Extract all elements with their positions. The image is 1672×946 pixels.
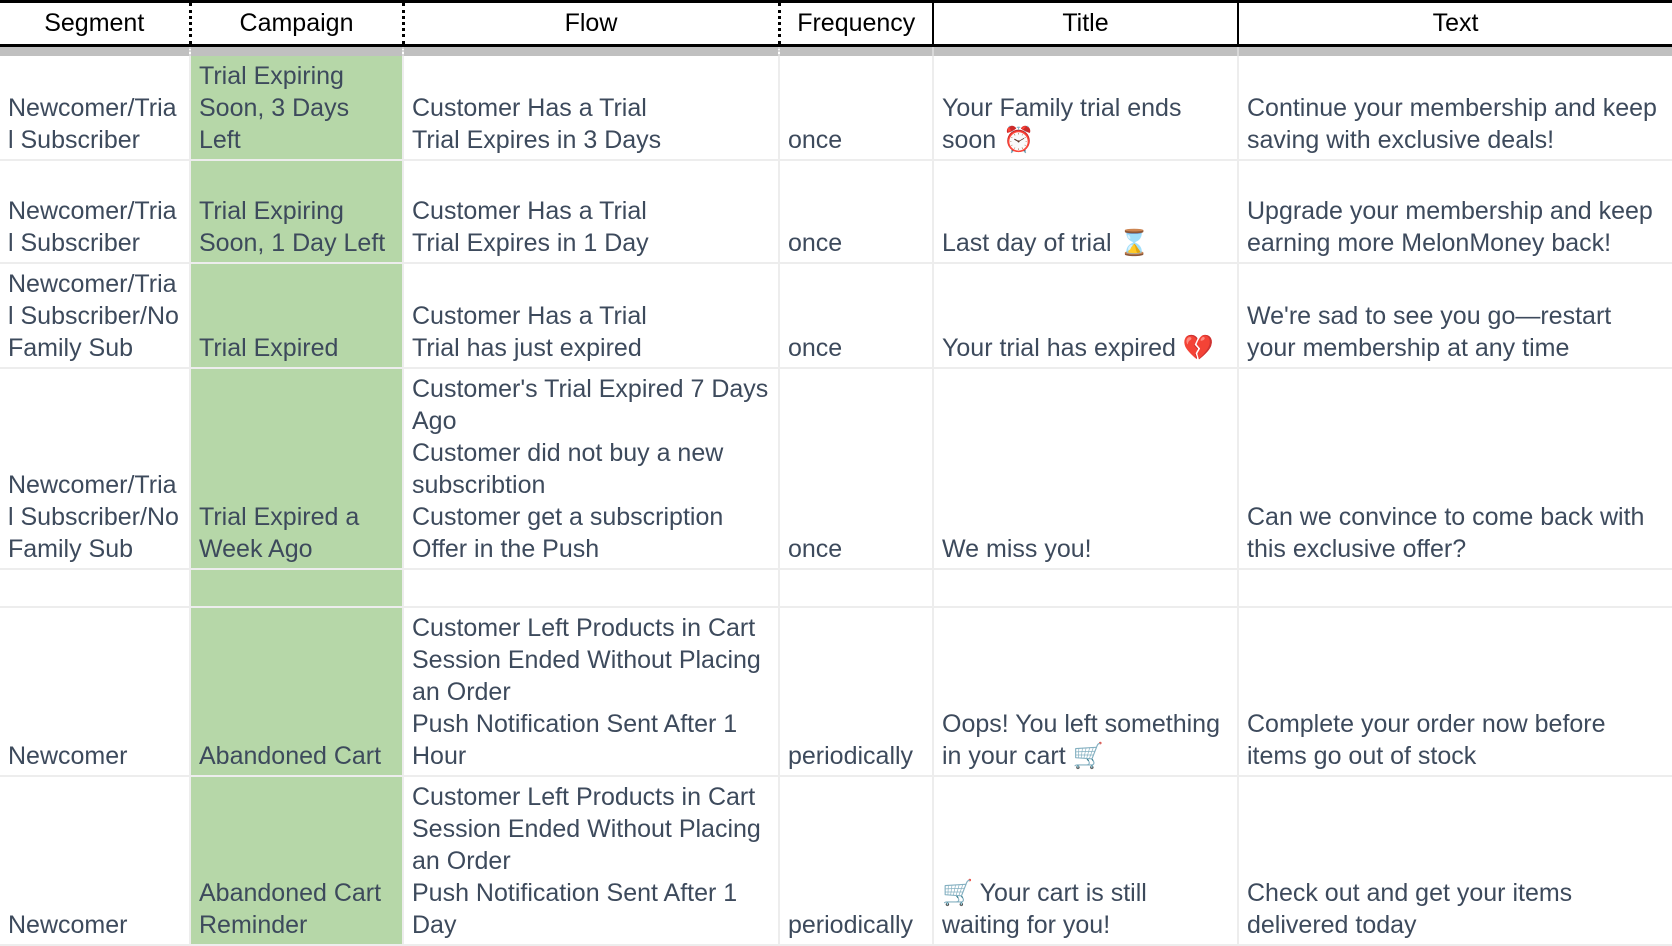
cell-text[interactable]: Complete your order now before items go … [1238, 606, 1672, 777]
cell-segment[interactable]: Newcomer/Trial Subscriber/No Family Sub [0, 367, 191, 570]
cell-segment[interactable]: Newcomer/Trial Subscriber [0, 55, 191, 161]
cell-campaign[interactable]: Trial Expiring Soon, 1 Day Left [190, 159, 404, 264]
cell-campaign[interactable]: Trial Expired a Week Ago [190, 367, 404, 570]
cell-segment[interactable]: Newcomer/Trial Subscriber/No Family Sub [0, 262, 191, 369]
cell-flow[interactable]: Customer's Trial Expired 7 Days Ago Custo… [403, 367, 780, 570]
spacer-cell [0, 45, 191, 56]
cell-flow[interactable]: Customer Has a Trial Trial Expires in 1 D… [403, 159, 780, 264]
cell-flow[interactable]: Customer Has a Trial Trial Expires in 3 D… [403, 55, 780, 161]
table-row: Newcomer/Trial Subscriber/No Family Sub T… [0, 262, 1672, 369]
flow-step: Session Ended Without Placing an Order [412, 645, 761, 706]
cell-campaign[interactable]: Abandoned Cart [190, 606, 404, 777]
cell-title[interactable] [933, 568, 1239, 608]
cell-segment[interactable]: Newcomer [0, 775, 191, 946]
table-row-empty [0, 568, 1672, 608]
flow-step: Customer get a subscription Offer in the… [412, 502, 724, 563]
flow-step: Trial Expires in 3 Days [412, 125, 662, 154]
cell-segment[interactable] [0, 568, 191, 608]
cell-campaign[interactable]: Trial Expiring Soon, 3 Days Left [190, 55, 404, 161]
cell-title[interactable]: We miss you! [933, 367, 1239, 570]
cell-frequency[interactable]: once [779, 159, 934, 264]
cell-frequency[interactable]: once [779, 262, 934, 369]
cell-segment[interactable]: Newcomer/Trial Subscriber [0, 159, 191, 264]
flow-step: Trial has just expired [412, 333, 642, 362]
column-header-frequency[interactable]: Frequency [779, 0, 934, 47]
spacer-cell [190, 45, 404, 56]
column-header-text[interactable]: Text [1238, 0, 1672, 47]
table-row: Newcomer/Trial Subscriber Trial Expiring … [0, 159, 1672, 264]
flow-step: Trial Expires in 1 Day [412, 228, 649, 257]
flow-step: Push Notification Sent After 1 Day [412, 878, 738, 939]
flow-step: Customer Left Products in Cart [412, 613, 756, 642]
table-row: Newcomer Abandoned Cart Reminder Customer … [0, 775, 1672, 946]
cell-title[interactable]: Oops! You left something in your cart 🛒 [933, 606, 1239, 777]
cell-frequency[interactable]: periodically [779, 775, 934, 946]
cell-frequency[interactable]: periodically [779, 606, 934, 777]
spacer-cell [933, 45, 1239, 56]
cell-title[interactable]: Your trial has expired 💔 [933, 262, 1239, 369]
header-row: Segment Campaign Flow Frequency Title Te… [0, 0, 1672, 47]
cell-title[interactable]: Your Family trial ends soon ⏰ [933, 55, 1239, 161]
table-header: Segment Campaign Flow Frequency Title Te… [0, 0, 1672, 47]
column-header-title[interactable]: Title [933, 0, 1239, 47]
cell-title[interactable]: 🛒 Your cart is still waiting for you! [933, 775, 1239, 946]
spacer-cell [403, 45, 780, 56]
flow-step: Customer's Trial Expired 7 Days Ago [412, 374, 769, 435]
column-header-flow[interactable]: Flow [403, 0, 781, 47]
cell-text[interactable]: Check out and get your items delivered t… [1238, 775, 1672, 946]
flow-step: Session Ended Without Placing an Order [412, 814, 761, 875]
campaign-table: Segment Campaign Flow Frequency Title Te… [0, 0, 1672, 946]
spreadsheet-table-view: Segment Campaign Flow Frequency Title Te… [0, 0, 1672, 946]
cell-title[interactable]: Last day of trial ⌛ [933, 159, 1239, 264]
flow-step: Customer Has a Trial [412, 301, 647, 330]
flow-step: Customer Left Products in Cart [412, 782, 756, 811]
header-separator-band [0, 45, 1672, 56]
column-header-segment[interactable]: Segment [0, 0, 192, 47]
cell-flow[interactable]: Customer Left Products in Cart Session En… [403, 606, 780, 777]
cell-text[interactable]: We're sad to see you go—restart your mem… [1238, 262, 1672, 369]
cell-text[interactable] [1238, 568, 1672, 608]
cell-text[interactable]: Continue your membership and keep saving… [1238, 55, 1672, 161]
table-body: Newcomer/Trial Subscriber Trial Expiring … [0, 45, 1672, 946]
cell-frequency[interactable]: once [779, 367, 934, 570]
table-row: Newcomer/Trial Subscriber Trial Expiring … [0, 55, 1672, 161]
flow-step: Customer did not buy a new subscribtion [412, 438, 724, 499]
cell-text[interactable]: Can we convince to come back with this e… [1238, 367, 1672, 570]
spacer-cell [779, 45, 934, 56]
column-header-campaign[interactable]: Campaign [190, 0, 405, 47]
flow-step: Customer Has a Trial [412, 93, 647, 122]
spacer-cell [1238, 45, 1672, 56]
cell-segment[interactable]: Newcomer [0, 606, 191, 777]
cell-flow[interactable] [403, 568, 780, 608]
cell-text[interactable]: Upgrade your membership and keep earning… [1238, 159, 1672, 264]
table-row: Newcomer Abandoned Cart Customer Left Prod… [0, 606, 1672, 777]
cell-flow[interactable]: Customer Has a Trial Trial has just expir… [403, 262, 780, 369]
flow-step: Push Notification Sent After 1 Hour [412, 709, 738, 770]
cell-campaign[interactable]: Abandoned Cart Reminder [190, 775, 404, 946]
flow-step: Customer Has a Trial [412, 196, 647, 225]
cell-flow[interactable]: Customer Left Products in Cart Session En… [403, 775, 780, 946]
cell-campaign[interactable] [190, 568, 404, 608]
cell-frequency[interactable]: once [779, 55, 934, 161]
cell-campaign[interactable]: Trial Expired [190, 262, 404, 369]
table-row: Newcomer/Trial Subscriber/No Family Sub T… [0, 367, 1672, 570]
cell-frequency[interactable] [779, 568, 934, 608]
